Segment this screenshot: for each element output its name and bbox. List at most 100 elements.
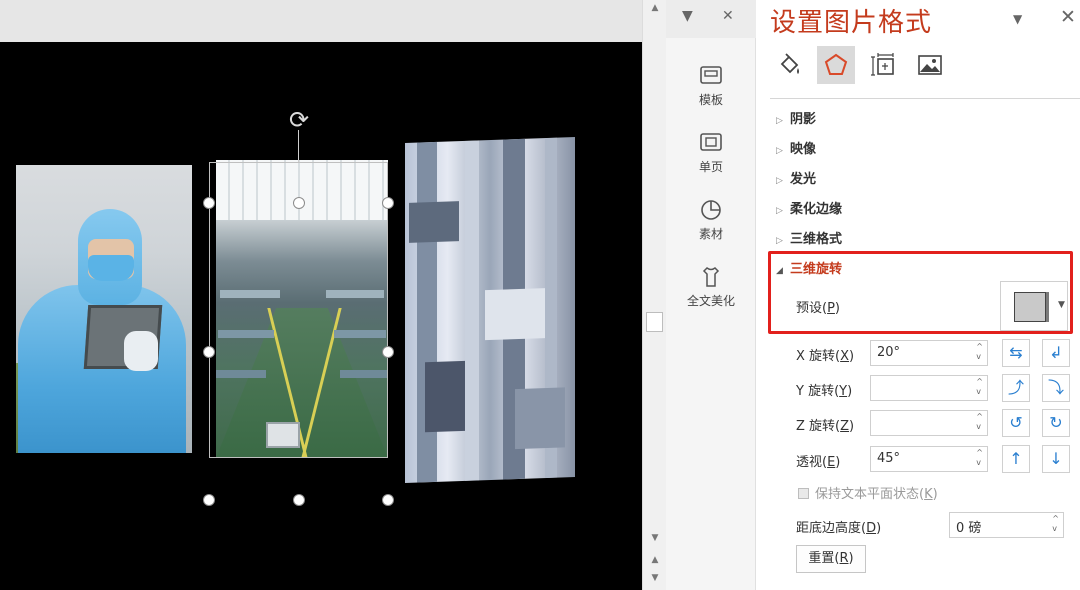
photo-worker-with-tablet[interactable] <box>16 165 192 453</box>
tab-fill-line[interactable] <box>770 46 808 84</box>
rotate-cw-icon[interactable]: ↻ <box>1042 409 1070 437</box>
spin-arrows-icon[interactable]: ^ v <box>976 448 983 468</box>
tools-panel: ▼ ✕ 模板 单页 素材 全文美化 <box>666 0 756 590</box>
z-rotation-input[interactable]: ^ v <box>870 410 988 436</box>
beautify-icon <box>698 265 724 289</box>
tools-topbar: ▼ ✕ <box>666 0 756 38</box>
pane-title: 设置图片格式 <box>770 8 933 38</box>
photo-detail <box>88 255 134 281</box>
resize-handle-left[interactable] <box>203 346 215 358</box>
z-rotation-label: Z 旋转(Z) <box>796 419 855 434</box>
x-rotation-label: X 旋转(X) <box>796 349 855 364</box>
spin-arrows-icon[interactable]: ^ v <box>976 342 983 362</box>
tool-material-label: 素材 <box>698 227 723 241</box>
y-rotation-label: Y 旋转(Y) <box>796 384 853 399</box>
expand-icon: ▷ <box>776 236 783 246</box>
material-icon <box>698 198 724 222</box>
canvas-margin <box>0 0 642 42</box>
section-soft-edges[interactable]: ▷ 柔化边缘 <box>776 198 842 217</box>
section-soft-edges-label: 柔化边缘 <box>790 202 843 217</box>
pin-icon[interactable]: ▼ <box>682 8 693 24</box>
pane-divider <box>770 98 1080 99</box>
resize-handle-top-left[interactable] <box>203 197 215 209</box>
y-rotation-input[interactable]: ^ v <box>870 375 988 401</box>
tool-material[interactable]: 素材 <box>678 198 744 242</box>
tab-size-properties[interactable] <box>864 46 902 84</box>
perspective-increase-icon[interactable]: ↑ <box>1002 445 1030 473</box>
tab-picture[interactable] <box>911 46 949 84</box>
photo-detail <box>515 387 565 450</box>
photo-detail <box>465 140 479 481</box>
rotate-up-icon[interactable]: ⤴ <box>1002 374 1030 402</box>
scroll-up-icon[interactable]: ▲ <box>643 0 667 16</box>
x-rotation-input[interactable]: 20° ^ v <box>870 340 988 366</box>
section-shadow[interactable]: ▷ 阴影 <box>776 108 816 127</box>
photo-detail <box>124 331 158 371</box>
tool-beautify-label: 全文美化 <box>686 294 735 308</box>
section-3d-format-label: 三维格式 <box>790 232 843 247</box>
size-icon <box>871 53 894 76</box>
rotate-right-icon[interactable]: ↲ <box>1042 339 1070 367</box>
tool-single-page[interactable]: 单页 <box>678 131 744 175</box>
photo-detail <box>425 360 465 433</box>
pentagon-icon <box>824 53 848 75</box>
section-glow[interactable]: ▷ 发光 <box>776 168 816 187</box>
rotate-left-icon[interactable]: ⇆ <box>1002 339 1030 367</box>
tool-template[interactable]: 模板 <box>678 64 744 108</box>
resize-handle-top[interactable] <box>293 197 305 209</box>
expand-icon: ▷ <box>776 116 783 126</box>
perspective-decrease-icon[interactable]: ↓ <box>1042 445 1070 473</box>
rotate-down-icon[interactable]: ⤵ <box>1042 374 1070 402</box>
keep-text-flat-checkbox[interactable]: 保持文本平面状态(K) <box>798 483 938 502</box>
expand-icon: ▷ <box>776 146 783 156</box>
expand-icon: ▷ <box>776 206 783 216</box>
preset-label: 预设(P) <box>796 301 840 316</box>
resize-handle-top-right[interactable] <box>382 197 394 209</box>
rotate-handle-icon[interactable]: ⟳ <box>285 106 313 134</box>
prev-slide-icon[interactable]: ▲ <box>643 552 667 568</box>
expand-icon: ▷ <box>776 176 783 186</box>
resize-handle-bottom-left[interactable] <box>203 494 215 506</box>
x-rotation-value: 20° <box>877 345 901 360</box>
tab-effects[interactable] <box>817 46 855 84</box>
spin-arrows-icon[interactable]: ^ v <box>976 412 983 432</box>
reset-button[interactable]: 重置(R) <box>796 545 866 573</box>
tool-template-label: 模板 <box>698 93 723 107</box>
resize-handle-bottom-right[interactable] <box>382 494 394 506</box>
resize-handle-bottom[interactable] <box>293 494 305 506</box>
scroll-down-icon[interactable]: ▼ <box>643 530 667 546</box>
distance-label: 距底边高度(D) <box>796 521 882 536</box>
picture-icon <box>918 55 942 75</box>
section-3d-format[interactable]: ▷ 三维格式 <box>776 228 842 247</box>
pane-options-dropdown-icon[interactable]: ▼ <box>1013 12 1022 26</box>
rotate-ccw-icon[interactable]: ↺ <box>1002 409 1030 437</box>
distance-value: 0 磅 <box>956 521 982 536</box>
chevron-down-icon: ▼ <box>1058 300 1065 310</box>
vertical-scrollbar[interactable]: ▲ ▼ ▲ ▼ <box>642 0 666 590</box>
section-glow-label: 发光 <box>790 172 817 187</box>
pane-close-icon[interactable]: ✕ <box>1060 6 1076 28</box>
scroll-thumb[interactable] <box>646 312 663 332</box>
section-reflection-label: 映像 <box>790 142 817 157</box>
photo-machinery[interactable] <box>405 137 575 483</box>
photo-detail <box>409 201 459 243</box>
paint-bucket-icon <box>780 53 799 74</box>
photo-detail <box>485 288 545 341</box>
perspective-input[interactable]: 45° ^ v <box>870 446 988 472</box>
section-reflection[interactable]: ▷ 映像 <box>776 138 816 157</box>
close-icon[interactable]: ✕ <box>722 8 734 24</box>
next-slide-icon[interactable]: ▼ <box>643 570 667 586</box>
section-shadow-label: 阴影 <box>790 112 817 127</box>
template-icon <box>698 64 724 88</box>
tool-single-page-label: 单页 <box>698 160 723 174</box>
perspective-value: 45° <box>877 451 901 466</box>
tool-beautify[interactable]: 全文美化 <box>678 265 744 309</box>
single-page-icon <box>698 131 724 155</box>
checkbox-icon <box>798 488 809 499</box>
format-picture-pane: 设置图片格式 ▼ ✕ ▷ 阴影 ▷ 映像 ▷ 发光 ▷ 柔化边缘 ▷ 三维格式 ◢ 三维旋转… <box>756 0 1080 590</box>
spin-arrows-icon[interactable]: ^ v <box>976 377 983 397</box>
preset-dropdown[interactable]: ▼ <box>1000 281 1068 331</box>
spin-arrows-icon[interactable]: ^ v <box>1052 514 1059 534</box>
resize-handle-right[interactable] <box>382 346 394 358</box>
distance-input[interactable]: 0 磅 ^ v <box>949 512 1064 538</box>
